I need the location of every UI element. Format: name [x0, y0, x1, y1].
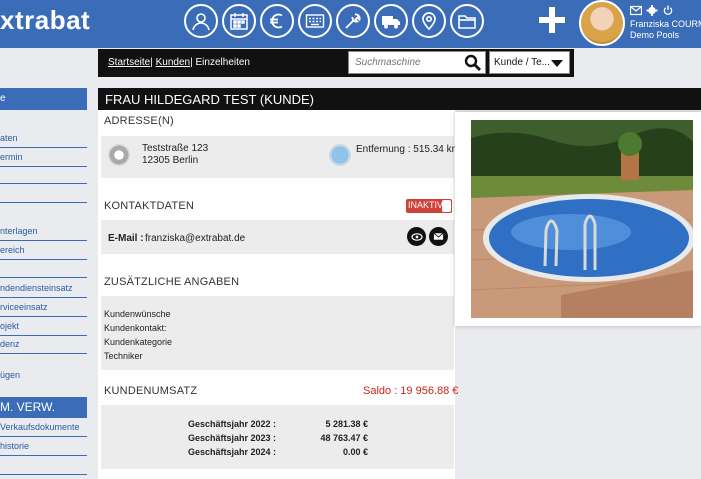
- extra-field: Kundenwünsche: [104, 309, 171, 319]
- breadcrumb: Startseite| Kunden| Einzelheiten: [108, 57, 250, 68]
- sidebar-item-kundendiensteinsatz[interactable]: ndendiensteinsatz: [0, 279, 87, 298]
- pool-image: [471, 120, 693, 318]
- fiscal-year-label: Geschäftsjahr 2023 :: [188, 433, 277, 443]
- customer-photo[interactable]: [455, 112, 701, 326]
- avatar[interactable]: [579, 0, 625, 46]
- sidebar-item-projekt[interactable]: ojekt: [0, 317, 87, 336]
- user-name[interactable]: Franziska COURMO: [630, 19, 701, 29]
- sidebar-divider: [0, 183, 87, 184]
- revenue-box: [101, 405, 454, 469]
- revenue-heading: KUNDENUMSATZ: [104, 385, 198, 397]
- folder-icon[interactable]: [450, 4, 484, 38]
- toggle-knob: [442, 200, 451, 212]
- fiscal-year-label: Geschäftsjahr 2022 :: [188, 419, 277, 429]
- page-title: FRAU HILDEGARD TEST (KUNDE): [98, 88, 701, 110]
- email-value[interactable]: franziska@extrabat.de: [145, 233, 245, 244]
- globe-icon[interactable]: [329, 144, 351, 166]
- app-logo[interactable]: xtrabat: [0, 5, 90, 36]
- user-company: Demo Pools: [630, 30, 680, 40]
- gear-icon[interactable]: [646, 5, 658, 16]
- mail-icon[interactable]: [629, 5, 643, 16]
- extra-box: [101, 296, 454, 370]
- breadcrumb-home-link[interactable]: Startseite: [108, 57, 150, 68]
- extra-heading: ZUSÄTZLICHE ANGABEN: [104, 276, 240, 288]
- eye-icon[interactable]: [407, 227, 426, 246]
- search-input[interactable]: [349, 52, 463, 73]
- power-icon[interactable]: [662, 5, 674, 16]
- sidebar-divider: [0, 277, 87, 278]
- sidebar-item-unterlagen[interactable]: nterlagen: [0, 222, 87, 241]
- sidebar-item-verkaufsdokumente[interactable]: Verkaufsdokumente: [0, 418, 87, 437]
- wrench-icon[interactable]: [336, 4, 370, 38]
- extra-field: Techniker: [104, 351, 143, 361]
- fiscal-year-value: 5 281.38 €: [325, 419, 368, 429]
- search-scope-select[interactable]: Kunde / Te...: [489, 51, 570, 74]
- sidebar-item-active[interactable]: e: [0, 88, 87, 110]
- saldo-value: Saldo : 19 956.88 €: [363, 385, 459, 397]
- breadcrumb-current: Einzelheiten: [195, 57, 250, 68]
- sidebar-item-hinzufuegen[interactable]: ügen: [0, 366, 87, 385]
- breadcrumb-customers-link[interactable]: Kunden: [156, 57, 190, 68]
- sidebar-item-bereich[interactable]: ereich: [0, 241, 87, 260]
- sidebar-item-termin[interactable]: ermin: [0, 148, 87, 167]
- contact-heading: KONTAKTDATEN: [104, 200, 194, 212]
- fiscal-year-value: 48 763.47 €: [320, 433, 368, 443]
- chevron-down-icon: [551, 60, 563, 67]
- sidebar-item-korrespondenz[interactable]: denz: [0, 335, 87, 354]
- calendar-icon[interactable]: [222, 4, 256, 38]
- mail-send-icon[interactable]: [429, 227, 448, 246]
- sidebar-item-serviceeinsatz[interactable]: rviceeinsatz: [0, 298, 87, 317]
- euro-icon[interactable]: [260, 4, 294, 38]
- email-label: E-Mail :: [108, 233, 144, 244]
- address-map-icon[interactable]: [108, 144, 130, 166]
- search-box: [348, 51, 486, 74]
- address-street: Teststraße 123: [142, 143, 209, 154]
- location-pin-icon[interactable]: [412, 4, 446, 38]
- address-heading: ADRESSE(N): [104, 115, 174, 127]
- sidebar-item-daten[interactable]: aten: [0, 129, 87, 148]
- user-icon[interactable]: [184, 4, 218, 38]
- keyboard-icon[interactable]: [298, 4, 332, 38]
- search-scope-value: Kunde / Te...: [494, 57, 550, 68]
- sidebar-section-header[interactable]: M. VERW.: [0, 397, 87, 418]
- distance-value: Entfernung : 515.34 km: [356, 144, 460, 155]
- search-icon[interactable]: [464, 54, 482, 72]
- status-badge[interactable]: INAKTIV: [406, 199, 452, 213]
- fiscal-year-value: 0.00 €: [342, 447, 368, 457]
- sidebar-divider: [0, 474, 87, 475]
- truck-icon[interactable]: [374, 4, 408, 38]
- sidebar-divider: [0, 202, 87, 203]
- address-city: 12305 Berlin: [142, 155, 199, 166]
- extra-field: Kundenkategorie: [104, 337, 173, 347]
- extra-field: Kundenkontakt:: [104, 323, 167, 333]
- sidebar-item-historie[interactable]: historie: [0, 437, 87, 456]
- fiscal-year-label: Geschäftsjahr 2024 :: [188, 447, 277, 457]
- add-icon[interactable]: [536, 4, 568, 36]
